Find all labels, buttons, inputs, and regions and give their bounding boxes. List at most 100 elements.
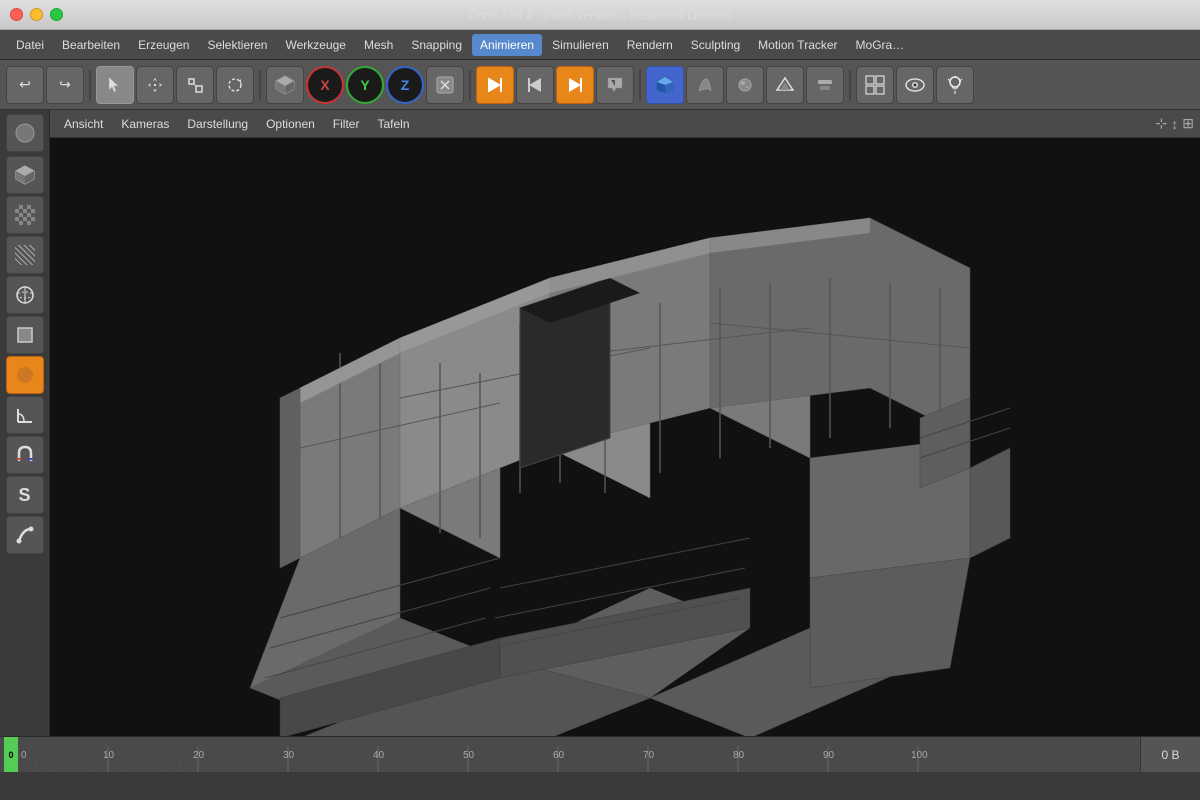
y-axis-button[interactable]: Y	[346, 66, 384, 104]
sculpt1-button[interactable]	[686, 66, 724, 104]
active-sphere-button[interactable]	[6, 356, 44, 394]
svg-text:0: 0	[21, 750, 27, 761]
angle-tool-button[interactable]	[6, 396, 44, 434]
font-s-icon: S	[18, 485, 30, 506]
svg-text:100: 100	[911, 750, 928, 761]
svg-text:80: 80	[733, 750, 745, 761]
separator-2	[259, 70, 261, 100]
sculpt2-icon	[736, 76, 754, 94]
sphere-wire-icon	[13, 121, 37, 145]
viewport[interactable]: Ansicht Kameras Darstellung Optionen Fil…	[50, 110, 1200, 736]
menu-snapping[interactable]: Snapping	[403, 34, 470, 56]
nav-cube-button[interactable]	[646, 66, 684, 104]
menu-motion-tracker[interactable]: Motion Tracker	[750, 34, 845, 56]
maximize-viewport-icon[interactable]: ⊞	[1182, 115, 1194, 132]
sculpt3-icon	[776, 76, 794, 94]
cube-nav-button[interactable]	[266, 66, 304, 104]
local-space-icon	[435, 75, 455, 95]
menu-simulieren[interactable]: Simulieren	[544, 34, 617, 56]
frame-display: 0 B	[1140, 737, 1200, 772]
timeline-ruler[interactable]: 0 0 10 20 30 40 50 60 70	[0, 737, 1140, 772]
menu-datei[interactable]: Datei	[8, 34, 52, 56]
scale-icon	[186, 76, 204, 94]
minimize-button[interactable]	[30, 8, 43, 21]
menu-sculpting[interactable]: Sculpting	[683, 34, 748, 56]
svg-text:40: 40	[373, 750, 385, 761]
sculpt3-button[interactable]	[766, 66, 804, 104]
grid-view-button[interactable]	[856, 66, 894, 104]
svg-text:30: 30	[283, 750, 295, 761]
move-tool-button[interactable]	[136, 66, 174, 104]
bend-button[interactable]	[6, 516, 44, 554]
menu-mesh[interactable]: Mesh	[356, 34, 401, 56]
sculpt1-icon	[696, 76, 714, 94]
play-icon	[486, 76, 504, 94]
left-toolbar: S	[0, 110, 50, 736]
record-button[interactable]	[596, 66, 634, 104]
viewport-kameras[interactable]: Kameras	[113, 114, 177, 134]
object-icon	[6, 114, 44, 152]
sphere-icon	[15, 285, 35, 305]
nav-cube-icon	[655, 75, 675, 95]
menubar: Datei Bearbeiten Erzeugen Selektieren We…	[0, 30, 1200, 60]
menu-bearbeiten[interactable]: Bearbeiten	[54, 34, 128, 56]
timeline-ticks-svg: 0 10 20 30 40 50 60 70 80 90	[18, 737, 1140, 772]
separator-1	[89, 70, 91, 100]
grid-prim-button[interactable]	[6, 236, 44, 274]
select-tool-button[interactable]	[96, 66, 134, 104]
z-axis-button[interactable]: Z	[386, 66, 424, 104]
menu-animieren[interactable]: Animieren	[472, 34, 542, 56]
lamp-icon	[946, 75, 964, 95]
magnet-tool-button[interactable]	[6, 436, 44, 474]
menu-mogra[interactable]: MoGra…	[848, 34, 913, 56]
scale-tool-button[interactable]	[176, 66, 214, 104]
rotate-icon	[226, 76, 244, 94]
local-space-button[interactable]	[426, 66, 464, 104]
separator-3	[469, 70, 471, 100]
separator-4	[639, 70, 641, 100]
sphere-button[interactable]	[6, 276, 44, 314]
toolbar: ↩ ↪ X	[0, 60, 1200, 110]
menu-selektieren[interactable]: Selektieren	[199, 34, 275, 56]
cube-small-icon	[15, 325, 35, 345]
maximize-button[interactable]	[50, 8, 63, 21]
sculpt2-button[interactable]	[726, 66, 764, 104]
viewport-ansicht[interactable]: Ansicht	[56, 114, 111, 134]
sculpt4-icon	[816, 76, 834, 94]
x-axis-button[interactable]: X	[306, 66, 344, 104]
play-fwd-button[interactable]	[556, 66, 594, 104]
viewport-right-icons: ⊹ ↕ ⊞	[1156, 115, 1194, 132]
font-button[interactable]: S	[6, 476, 44, 514]
viewport-optionen[interactable]: Optionen	[258, 114, 323, 134]
lamp-button[interactable]	[936, 66, 974, 104]
viewport-darstellung[interactable]: Darstellung	[179, 114, 256, 134]
cube-small-button[interactable]	[6, 316, 44, 354]
menu-erzeugen[interactable]: Erzeugen	[130, 34, 197, 56]
menu-rendern[interactable]: Rendern	[619, 34, 681, 56]
cube-primitive-button[interactable]	[6, 156, 44, 194]
menu-werkzeuge[interactable]: Werkzeuge	[277, 34, 353, 56]
redo-button[interactable]: ↪	[46, 66, 84, 104]
rotate-tool-button[interactable]	[216, 66, 254, 104]
sculpt4-button[interactable]	[806, 66, 844, 104]
undo-button[interactable]: ↩	[6, 66, 44, 104]
zoom-viewport-icon[interactable]: ↕	[1171, 116, 1178, 132]
svg-text:70: 70	[643, 750, 655, 761]
separator-5	[849, 70, 851, 100]
3d-viewport[interactable]	[50, 138, 1200, 736]
window-title: Ohne Titel 2 * (NFR Version – Restricted…	[468, 8, 732, 22]
main-area: S Ansicht Kameras Darstellung Optionen F…	[0, 110, 1200, 736]
play-button[interactable]	[476, 66, 514, 104]
bend-icon	[15, 525, 35, 545]
checker-button[interactable]	[6, 196, 44, 234]
play-back-button[interactable]	[516, 66, 554, 104]
viewport-tafeln[interactable]: Tafeln	[369, 114, 417, 134]
eyes-button[interactable]	[896, 66, 934, 104]
move-icon	[146, 76, 164, 94]
close-button[interactable]	[10, 8, 23, 21]
move-viewport-icon[interactable]: ⊹	[1156, 115, 1168, 132]
play-back-icon	[526, 76, 544, 94]
checker-icon	[15, 205, 35, 225]
titlebar: Ohne Titel 2 * (NFR Version – Restricted…	[0, 0, 1200, 30]
viewport-filter[interactable]: Filter	[325, 114, 368, 134]
